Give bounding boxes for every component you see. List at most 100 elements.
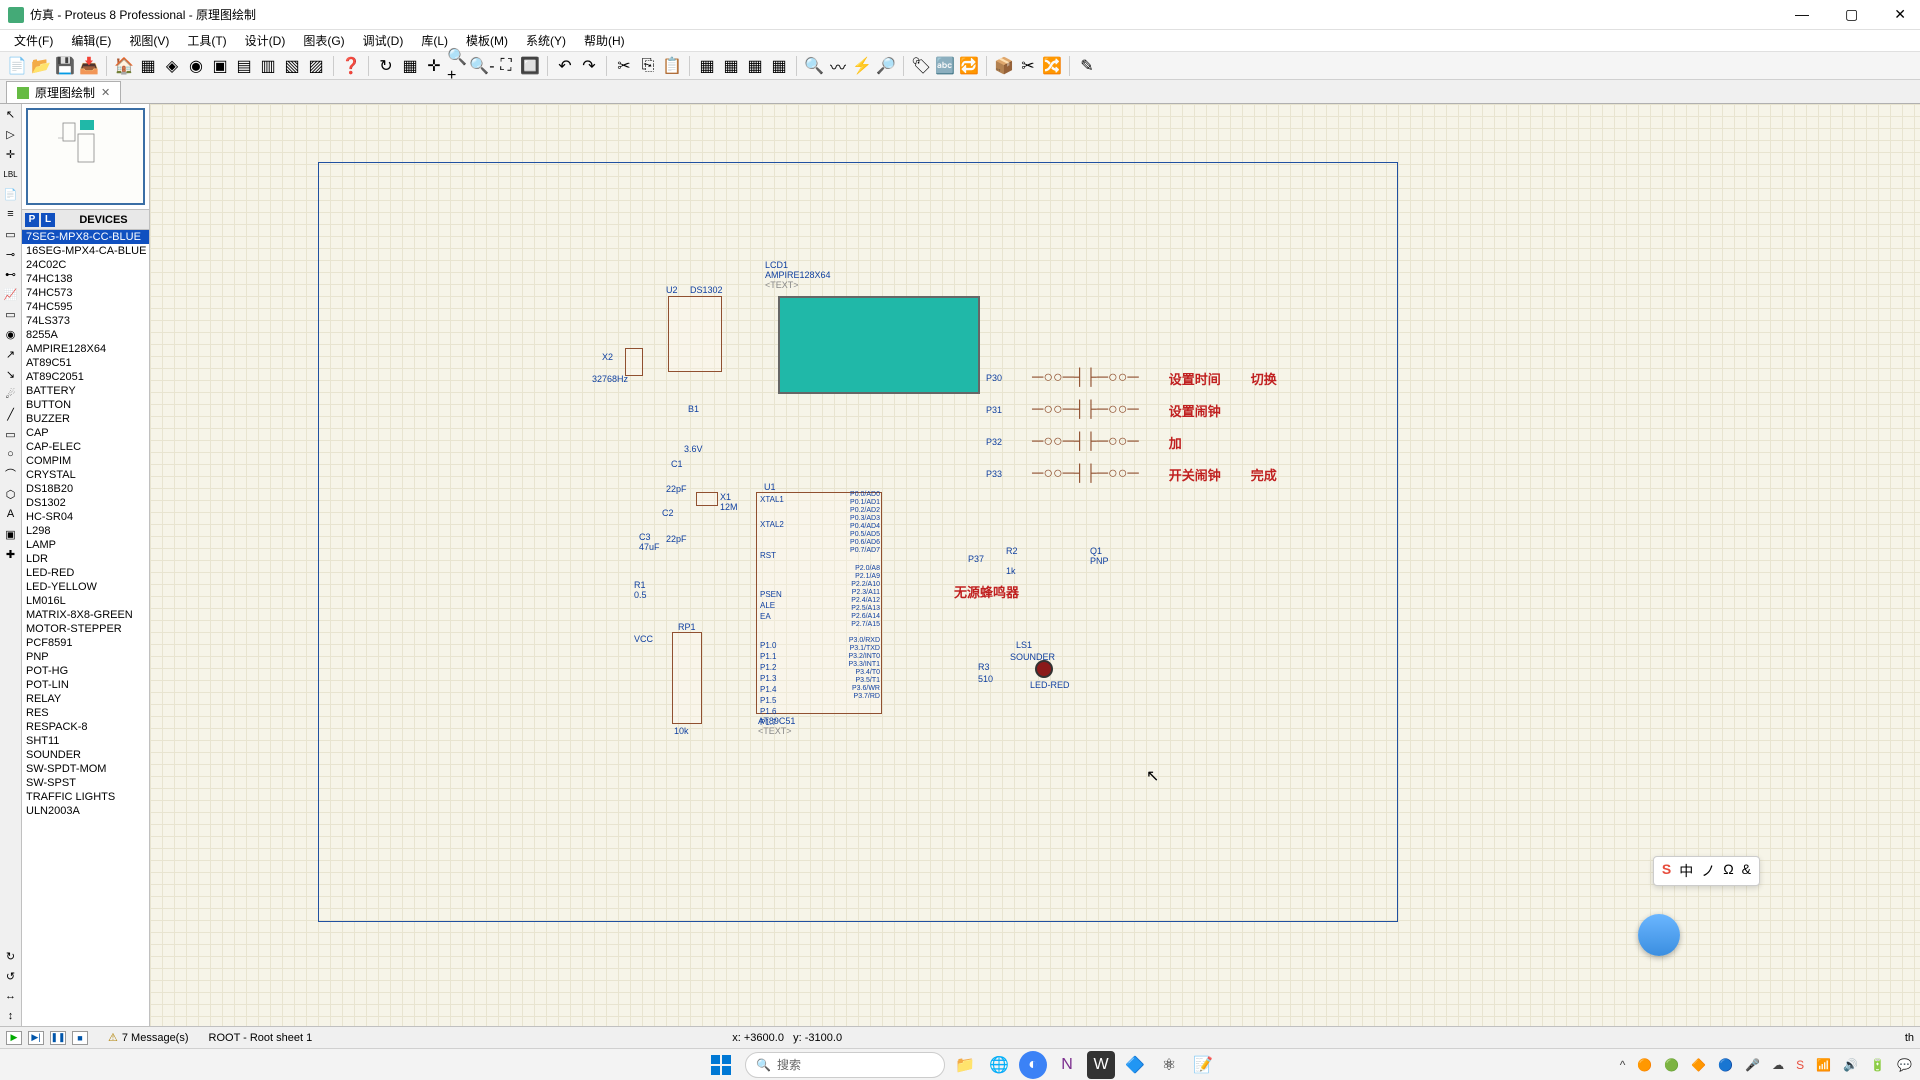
floating-assistant[interactable] [1638, 914, 1680, 956]
device-item[interactable]: 74LS373 [22, 314, 149, 328]
c3-ref[interactable]: C3 [639, 532, 651, 542]
device-item[interactable]: CAP [22, 426, 149, 440]
textlabel-mode[interactable]: A [0, 504, 21, 524]
block-move-button[interactable]: ▦ [720, 55, 742, 77]
device-item[interactable]: MOTOR-STEPPER [22, 622, 149, 636]
menu-graph[interactable]: 图表(G) [295, 30, 352, 51]
toggle-button[interactable]: 🔀 [1041, 55, 1063, 77]
minimize-button[interactable]: — [1789, 6, 1815, 23]
line-mode[interactable]: ╱ [0, 404, 21, 424]
box-mode[interactable]: ▭ [0, 424, 21, 444]
code-button[interactable]: ▥ [257, 55, 279, 77]
menu-edit[interactable]: 编辑(E) [63, 30, 119, 51]
gerber-button[interactable]: ▣ [209, 55, 231, 77]
subcircuit-mode[interactable]: ▭ [0, 224, 21, 244]
device-item[interactable]: SOUNDER [22, 748, 149, 762]
pin-mode[interactable]: ⊷ [0, 264, 21, 284]
flip-v[interactable]: ↕ [0, 1006, 21, 1026]
menu-help[interactable]: 帮助(H) [576, 30, 633, 51]
device-item[interactable]: TRAFFIC LIGHTS [22, 790, 149, 804]
symbol-mode[interactable]: ▣ [0, 524, 21, 544]
save-button[interactable]: 💾 [54, 55, 76, 77]
tray-cloud-icon[interactable]: ☁ [1772, 1058, 1784, 1072]
rp1-body[interactable] [672, 632, 702, 724]
device-item[interactable]: AT89C2051 [22, 370, 149, 384]
3d-button[interactable]: ◉ [185, 55, 207, 77]
zoomarea-button[interactable]: 🔲 [519, 55, 541, 77]
x2-body[interactable] [625, 348, 643, 376]
device-item[interactable]: HC-SR04 [22, 510, 149, 524]
tray-notification-icon[interactable]: 💬 [1897, 1058, 1912, 1072]
u2-ref[interactable]: U2 [666, 285, 678, 295]
taskbar-notepad[interactable]: 📝 [1189, 1051, 1217, 1079]
rotate-ccw[interactable]: ↺ [0, 966, 21, 986]
device-item[interactable]: LDR [22, 552, 149, 566]
replace-button[interactable]: 🔁 [958, 55, 980, 77]
close-button[interactable]: ✕ [1888, 6, 1912, 23]
instrument-mode[interactable]: ☄ [0, 384, 21, 404]
paste-button[interactable]: 📋 [661, 55, 683, 77]
overview-panel[interactable] [22, 104, 149, 210]
device-item[interactable]: LAMP [22, 538, 149, 552]
menu-tools[interactable]: 工具(T) [179, 30, 234, 51]
tray-icon[interactable]: 🟢 [1664, 1058, 1679, 1072]
pause-button[interactable]: ❚❚ [50, 1031, 66, 1045]
device-item[interactable]: LED-RED [22, 566, 149, 580]
r1-ref[interactable]: R1 [634, 580, 646, 590]
device-item[interactable]: 7SEG-MPX8-CC-BLUE [22, 230, 149, 244]
grid-button[interactable]: ▦ [399, 55, 421, 77]
maximize-button[interactable]: ▢ [1839, 6, 1864, 23]
menu-system[interactable]: 系统(Y) [518, 30, 574, 51]
probe-v-mode[interactable]: ↗ [0, 344, 21, 364]
ime-mode[interactable]: 中 [1679, 861, 1693, 881]
taskbar-wps[interactable]: W [1087, 1051, 1115, 1079]
device-item[interactable]: 24C02C [22, 258, 149, 272]
taskbar-edge[interactable]: 🌐 [985, 1051, 1013, 1079]
undo-button[interactable]: ↶ [554, 55, 576, 77]
x1-ref[interactable]: X1 [720, 492, 731, 502]
open-button[interactable]: 📂 [30, 55, 52, 77]
tab-close-icon[interactable]: ✕ [101, 86, 110, 99]
q1-ref[interactable]: Q1 [1090, 546, 1102, 556]
rp1-ref[interactable]: RP1 [678, 622, 696, 632]
search-button[interactable]: 🔎 [875, 55, 897, 77]
schematic-button[interactable]: ▦ [137, 55, 159, 77]
zoomin-button[interactable]: 🔍+ [447, 55, 469, 77]
device-item[interactable]: SW-SPDT-MOM [22, 762, 149, 776]
cut-button[interactable]: ✂ [613, 55, 635, 77]
tray-ime-icon[interactable]: S [1796, 1058, 1804, 1072]
wire-button[interactable]: 〰 [827, 55, 849, 77]
device-item[interactable]: BUTTON [22, 398, 149, 412]
x1-body[interactable] [696, 492, 718, 506]
taskbar-explorer[interactable]: 📁 [951, 1051, 979, 1079]
device-item[interactable]: L298 [22, 524, 149, 538]
device-item[interactable]: PCF8591 [22, 636, 149, 650]
taskbar-app1[interactable]: ◐ [1019, 1051, 1047, 1079]
path-mode[interactable]: ⬡ [0, 484, 21, 504]
ime-toolbar[interactable]: S 中 ノ Ω & [1653, 856, 1760, 886]
tray-expand-icon[interactable]: ^ [1620, 1058, 1626, 1072]
rotate-cw[interactable]: ↻ [0, 946, 21, 966]
device-item[interactable]: 74HC138 [22, 272, 149, 286]
device-item[interactable]: 74HC595 [22, 300, 149, 314]
device-item[interactable]: AT89C51 [22, 356, 149, 370]
taskbar-search[interactable]: 🔍 搜索 [745, 1052, 945, 1078]
tray-icon[interactable]: 🔵 [1718, 1058, 1733, 1072]
device-item[interactable]: POT-HG [22, 664, 149, 678]
menu-view[interactable]: 视图(V) [121, 30, 177, 51]
device-item[interactable]: AMPIRE128X64 [22, 342, 149, 356]
schematic-canvas[interactable]: LCD1 AMPIRE128X64 <TEXT> U2 DS1302 X2 32… [150, 104, 1920, 1026]
taskbar-onenote[interactable]: N [1053, 1051, 1081, 1079]
tray-wifi-icon[interactable]: 📶 [1816, 1058, 1831, 1072]
terminal-mode[interactable]: ⊸ [0, 244, 21, 264]
device-item[interactable]: LM016L [22, 594, 149, 608]
pcb-button[interactable]: ◈ [161, 55, 183, 77]
tray-mic-icon[interactable]: 🎤 [1745, 1058, 1760, 1072]
device-item[interactable]: CRYSTAL [22, 468, 149, 482]
probe-i-mode[interactable]: ↘ [0, 364, 21, 384]
c2-ref[interactable]: C2 [662, 508, 674, 518]
pick-parts-button[interactable]: P [25, 213, 39, 227]
play-button[interactable]: ▶ [6, 1031, 22, 1045]
ime-symbol[interactable]: Ω [1723, 861, 1733, 881]
tray-volume-icon[interactable]: 🔊 [1843, 1058, 1858, 1072]
